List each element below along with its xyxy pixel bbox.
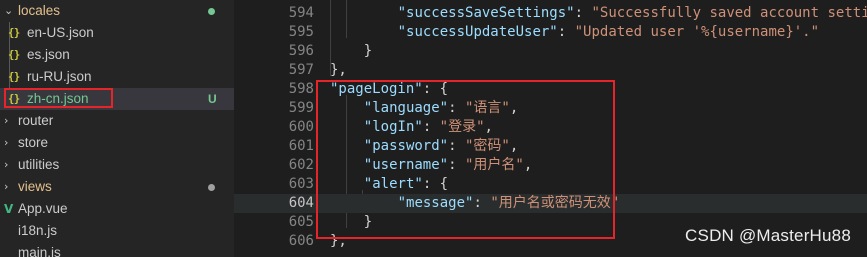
json-string: "Successfully saved account settings."	[591, 5, 867, 21]
line-number: 601	[288, 138, 314, 154]
code-line[interactable]: 595 "successUpdateUser": "Updated user '%…	[234, 23, 867, 42]
tree-file-app-vue[interactable]: V App.vue	[0, 198, 234, 220]
code-text: "successUpdateUser": "Updated user '%{us…	[398, 23, 819, 42]
tree-item-label: i18n.js	[18, 223, 58, 238]
json-key: "successSaveSettings"	[397, 5, 575, 21]
line-number: 603	[288, 176, 314, 192]
tree-item-label: views	[18, 179, 52, 194]
tree-item-label: utilities	[18, 157, 60, 172]
tree-folder-locales[interactable]: ⌄ locales	[0, 0, 234, 22]
tree-item-label: ru-RU.json	[27, 69, 92, 84]
punctuation: }	[363, 43, 373, 59]
tree-file-i18n-js[interactable]: i18n.js	[0, 220, 234, 242]
line-number: 605	[288, 214, 314, 230]
tree-file-es-json[interactable]: {} es.json	[0, 44, 234, 66]
annotation-box-file	[4, 88, 113, 108]
json-file-icon: {}	[8, 71, 20, 83]
tree-item-label: App.vue	[18, 201, 68, 216]
modified-dot-icon	[208, 184, 215, 191]
tree-item-label: es.json	[27, 47, 70, 62]
line-number: 599	[288, 100, 314, 116]
tree-folder-router[interactable]: › router	[0, 110, 234, 132]
tree-item-label: en-US.json	[27, 25, 94, 40]
line-number: 596	[288, 43, 314, 59]
tree-folder-views[interactable]: › views	[0, 176, 234, 198]
tree-item-label: locales	[18, 3, 61, 18]
tree-folder-store[interactable]: › store	[0, 132, 234, 154]
annotation-box-code	[316, 80, 615, 239]
tree-file-main-js[interactable]: main.js	[0, 242, 234, 257]
vue-file-icon: V	[4, 202, 14, 216]
line-number: 602	[288, 157, 314, 173]
code-text: },	[330, 61, 347, 80]
line-number: 597	[288, 62, 314, 78]
json-file-icon: {}	[8, 27, 20, 39]
tree-item-label: store	[18, 135, 49, 150]
chevron-right-icon: ›	[4, 180, 9, 193]
line-number: 595	[288, 24, 314, 40]
tree-folder-utilities[interactable]: › utilities	[0, 154, 234, 176]
watermark: CSDN @MasterHu88	[685, 226, 851, 245]
line-number: 594	[288, 5, 314, 21]
code-line[interactable]: 597},	[234, 61, 867, 80]
json-key: "successUpdateUser"	[397, 24, 558, 40]
code-line[interactable]: 594 "successSaveSettings": "Successfully …	[234, 4, 867, 23]
chevron-down-icon: ⌄	[4, 4, 14, 17]
code-text: "successSaveSettings": "Successfully sav…	[398, 4, 867, 23]
tree-item-label: router	[18, 113, 54, 128]
chevron-right-icon: ›	[4, 114, 9, 127]
tree-item-label: main.js	[18, 245, 61, 257]
chevron-right-icon: ›	[4, 158, 9, 171]
line-number: 598	[288, 81, 314, 97]
line-number: 600	[288, 119, 314, 135]
punctuation: :	[574, 5, 592, 21]
line-number: 604	[288, 195, 314, 211]
modified-dot-icon	[208, 8, 215, 15]
code-line[interactable]: 596}	[234, 42, 867, 61]
punctuation: :	[557, 24, 575, 40]
json-string: "Updated user '%{username}'."	[574, 24, 820, 40]
chevron-right-icon: ›	[4, 136, 9, 149]
tree-file-en-us-json[interactable]: {} en-US.json	[0, 22, 234, 44]
line-number: 606	[288, 233, 314, 249]
file-explorer: ⌄ locales {} en-US.json {} es.json {} ru…	[0, 0, 234, 257]
code-text: }	[364, 42, 372, 61]
punctuation: },	[330, 62, 347, 78]
json-file-icon: {}	[8, 49, 20, 61]
untracked-badge: U	[208, 92, 217, 106]
tree-file-ru-ru-json[interactable]: {} ru-RU.json	[0, 66, 234, 88]
